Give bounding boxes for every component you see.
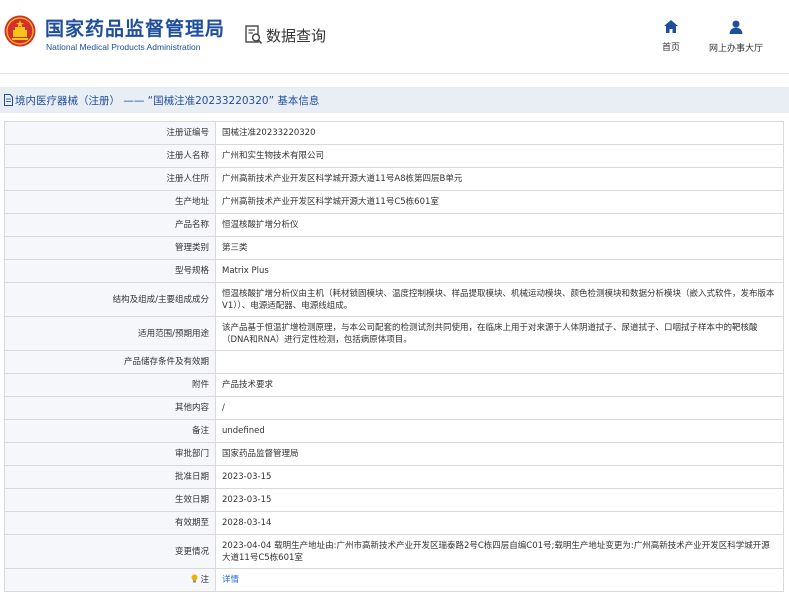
- field-label: 批准日期: [4, 465, 216, 489]
- table-row: 结构及组成/主要组成成分 恒温核酸扩增分析仪由主机（耗材锁固模块、温度控制模块、…: [4, 282, 784, 317]
- field-label: 注册人名称: [4, 144, 216, 168]
- lightbulb-icon: [191, 574, 198, 583]
- table-row: 产品名称 恒温核酸扩增分析仪: [4, 213, 784, 237]
- site-title-cn: 国家药品监督管理局: [45, 18, 226, 40]
- field-label: 有效期至: [4, 511, 216, 535]
- table-row: 型号规格 Matrix Plus: [4, 259, 784, 283]
- field-label: 变更情况: [4, 534, 216, 569]
- nav-online-hall[interactable]: 网上办事大厅: [701, 20, 771, 54]
- document-icon: [4, 94, 13, 106]
- nav-home[interactable]: 首页: [636, 20, 706, 53]
- note-label-cell: 注: [4, 568, 216, 592]
- field-label: 附件: [4, 373, 216, 397]
- field-value: undefined: [215, 419, 784, 443]
- field-value: Matrix Plus: [215, 259, 784, 283]
- table-row: 变更情况 2023-04-04 载明生产地址由:广州市高新技术产业开发区瑞泰路2…: [4, 534, 784, 569]
- field-label: 生效日期: [4, 488, 216, 512]
- field-value: 2023-03-15: [215, 465, 784, 489]
- field-label: 其他内容: [4, 396, 216, 420]
- breadcrumb: 境内医疗器械（注册） —— “国械注准20233220320” 基本信息: [0, 87, 789, 113]
- table-row: 生产地址 广州高新技术产业开发区科学城开源大道11号C5栋601室: [4, 190, 784, 214]
- details-link[interactable]: 详情: [222, 575, 239, 585]
- field-label: 生产地址: [4, 190, 216, 214]
- table-row: 产品储存条件及有效期: [4, 350, 784, 374]
- user-icon: [729, 20, 743, 34]
- table-row: 注册人住所 广州高新技术产业开发区科学城开源大道11号A8栋第四层B单元: [4, 167, 784, 191]
- field-label: 注册证编号: [4, 121, 216, 145]
- table-row: 审批部门 国家药品监督管理局: [4, 442, 784, 466]
- table-row: 其他内容 /: [4, 396, 784, 420]
- table-row: 有效期至 2028-03-14: [4, 511, 784, 535]
- registration-info-table: 注册证编号 国械注准20233220320 注册人名称 广州和实生物技术有限公司…: [4, 121, 784, 592]
- table-row: 注册人名称 广州和实生物技术有限公司: [4, 144, 784, 168]
- nav-home-label: 首页: [661, 43, 680, 53]
- home-icon: [664, 20, 678, 33]
- field-value: 第三类: [215, 236, 784, 260]
- table-row: 附件 产品技术要求: [4, 373, 784, 397]
- field-value: 广州和实生物技术有限公司: [215, 144, 784, 168]
- field-value: 2028-03-14: [215, 511, 784, 535]
- page-section-title: 数据查询: [266, 27, 327, 45]
- field-value: [215, 350, 784, 374]
- note-label: 注: [200, 575, 209, 585]
- site-title-en: National Medical Products Administration: [46, 42, 201, 52]
- table-row: 管理类别 第三类: [4, 236, 784, 260]
- table-row: 生效日期 2023-03-15: [4, 488, 784, 512]
- field-value: 广州高新技术产业开发区科学城开源大道11号C5栋601室: [215, 190, 784, 214]
- field-label: 备注: [4, 419, 216, 443]
- field-label: 管理类别: [4, 236, 216, 260]
- field-label: 注册人住所: [4, 167, 216, 191]
- search-document-icon: [245, 25, 263, 45]
- note-value-cell: 详情: [215, 568, 784, 592]
- field-value: 恒温核酸扩增分析仪: [215, 213, 784, 237]
- table-row: 批准日期 2023-03-15: [4, 465, 784, 489]
- field-value: 2023-03-15: [215, 488, 784, 512]
- field-label: 型号规格: [4, 259, 216, 283]
- table-row: 备注 undefined: [4, 419, 784, 443]
- field-value: 广州高新技术产业开发区科学城开源大道11号A8栋第四层B单元: [215, 167, 784, 191]
- field-value: 产品技术要求: [215, 373, 784, 397]
- table-row: 适用范围/预期用途 该产品基于恒温扩增检测原理，与本公司配套的检测试剂共同使用，…: [4, 316, 784, 351]
- field-value: /: [215, 396, 784, 420]
- nav-online-hall-label: 网上办事大厅: [708, 44, 763, 54]
- field-value: 国械注准20233220320: [215, 121, 784, 145]
- field-value: 2023-04-04 载明生产地址由:广州市高新技术产业开发区瑞泰路2号C栋四层…: [215, 534, 784, 569]
- field-label: 产品名称: [4, 213, 216, 237]
- field-label: 审批部门: [4, 442, 216, 466]
- site-header: 国家药品监督管理局 National Medical Products Admi…: [0, 0, 789, 74]
- table-row-note: 注 详情: [4, 568, 784, 592]
- table-row: 注册证编号 国械注准20233220320: [4, 121, 784, 145]
- national-emblem-icon: [4, 15, 36, 47]
- field-label: 产品储存条件及有效期: [4, 350, 216, 374]
- field-value: 该产品基于恒温扩增检测原理，与本公司配套的检测试剂共同使用，在临床上用于对来源于…: [215, 316, 784, 351]
- field-value: 国家药品监督管理局: [215, 442, 784, 466]
- field-value: 恒温核酸扩增分析仪由主机（耗材锁固模块、温度控制模块、样品提取模块、机械运动模块…: [215, 282, 784, 317]
- field-label: 结构及组成/主要组成成分: [4, 282, 216, 317]
- field-label: 适用范围/预期用途: [4, 316, 216, 351]
- breadcrumb-text: 境内医疗器械（注册） —— “国械注准20233220320” 基本信息: [15, 95, 320, 107]
